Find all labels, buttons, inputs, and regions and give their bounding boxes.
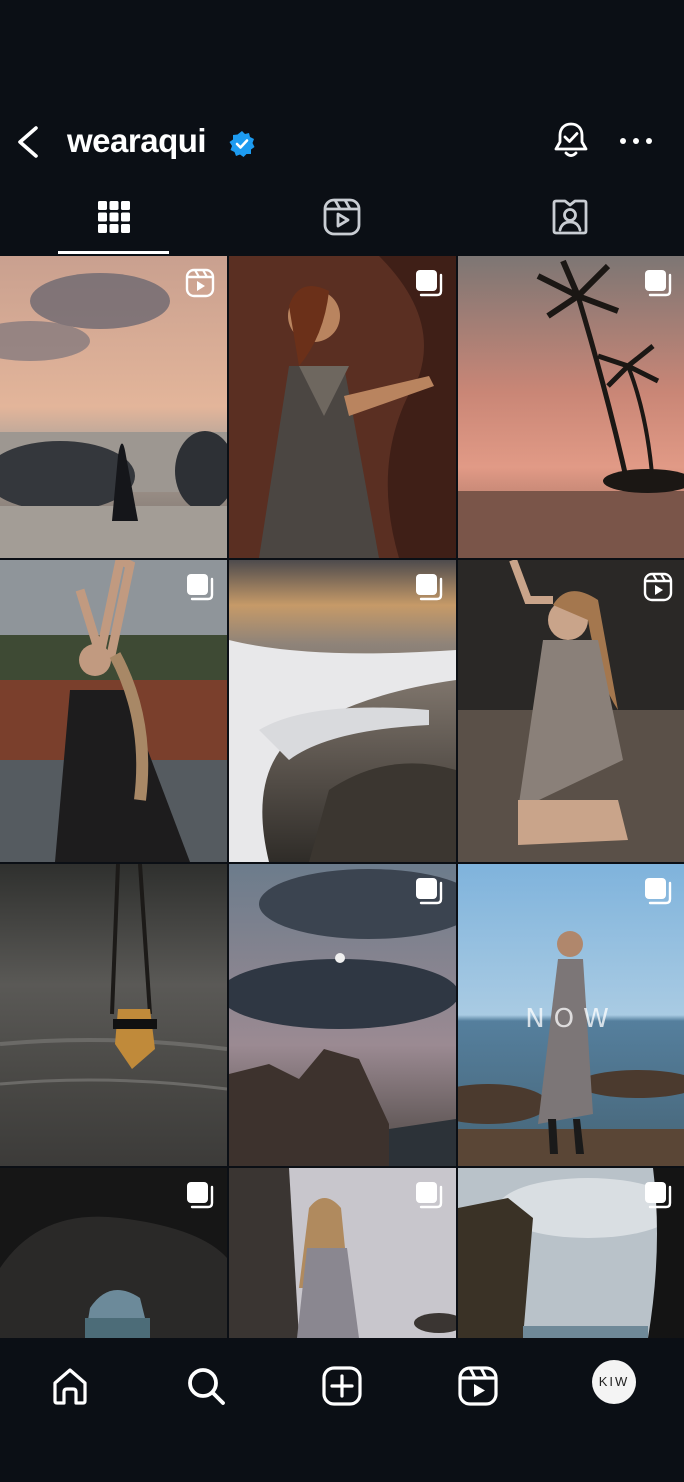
carousel-badge-icon — [187, 574, 214, 601]
tab-reels[interactable] — [228, 184, 456, 256]
carousel-badge-icon — [645, 270, 672, 297]
posts-grid: NOW — [0, 256, 684, 1338]
post-image — [229, 560, 456, 862]
reels-icon — [458, 1366, 498, 1406]
home-icon — [53, 1368, 87, 1405]
more-options-button[interactable] — [616, 126, 656, 156]
notifications-button[interactable] — [550, 120, 592, 162]
carousel-badge-icon — [416, 270, 443, 297]
nav-home-button[interactable] — [42, 1358, 98, 1414]
post-image — [0, 864, 227, 1166]
post-image — [0, 256, 227, 558]
carousel-badge-icon — [416, 1182, 443, 1209]
back-button[interactable] — [10, 120, 46, 164]
post-image — [458, 560, 684, 862]
tagged-person-icon — [552, 199, 588, 235]
post-image — [229, 864, 456, 1166]
post-tile[interactable] — [229, 1168, 456, 1338]
profile-header: wearaqui — [0, 100, 684, 184]
post-tile[interactable] — [458, 560, 684, 862]
carousel-badge-icon — [187, 1182, 214, 1209]
post-tile[interactable] — [0, 864, 227, 1166]
more-horizontal-icon — [620, 138, 652, 144]
post-tile[interactable] — [458, 1168, 684, 1338]
carousel-badge-icon — [416, 878, 443, 905]
nav-search-button[interactable] — [178, 1358, 234, 1414]
post-overlay-text: NOW — [525, 1004, 618, 1034]
profile-avatar-button[interactable]: KIW — [592, 1360, 636, 1404]
carousel-badge-icon — [645, 878, 672, 905]
carousel-badge-icon — [645, 1182, 672, 1209]
profile-username: wearaqui — [67, 122, 207, 159]
create-post-icon — [322, 1366, 362, 1406]
search-icon — [188, 1368, 225, 1405]
post-tile[interactable] — [0, 1168, 227, 1338]
post-image — [458, 256, 684, 558]
post-image — [0, 560, 227, 862]
profile-tabs — [0, 184, 684, 256]
reel-badge-icon — [185, 268, 215, 298]
verified-badge-icon — [229, 131, 255, 157]
nav-reels-button[interactable] — [450, 1358, 506, 1414]
tab-tagged[interactable] — [456, 184, 684, 256]
reels-icon — [323, 198, 361, 236]
nav-create-button[interactable] — [314, 1358, 370, 1414]
post-tile[interactable]: NOW — [458, 864, 684, 1166]
post-tile[interactable] — [0, 256, 227, 558]
post-tile[interactable] — [229, 256, 456, 558]
chevron-left-icon — [18, 126, 38, 158]
tab-posts[interactable] — [0, 184, 228, 256]
post-tile[interactable] — [229, 864, 456, 1166]
post-tile[interactable] — [229, 560, 456, 862]
post-tile[interactable] — [0, 560, 227, 862]
carousel-badge-icon — [416, 574, 443, 601]
grid-icon — [98, 201, 130, 233]
post-image — [229, 256, 456, 558]
reel-badge-icon — [643, 572, 673, 602]
post-tile[interactable] — [458, 256, 684, 558]
bottom-navigation: KIW — [0, 1338, 684, 1482]
notification-bell-check-icon — [554, 122, 588, 157]
